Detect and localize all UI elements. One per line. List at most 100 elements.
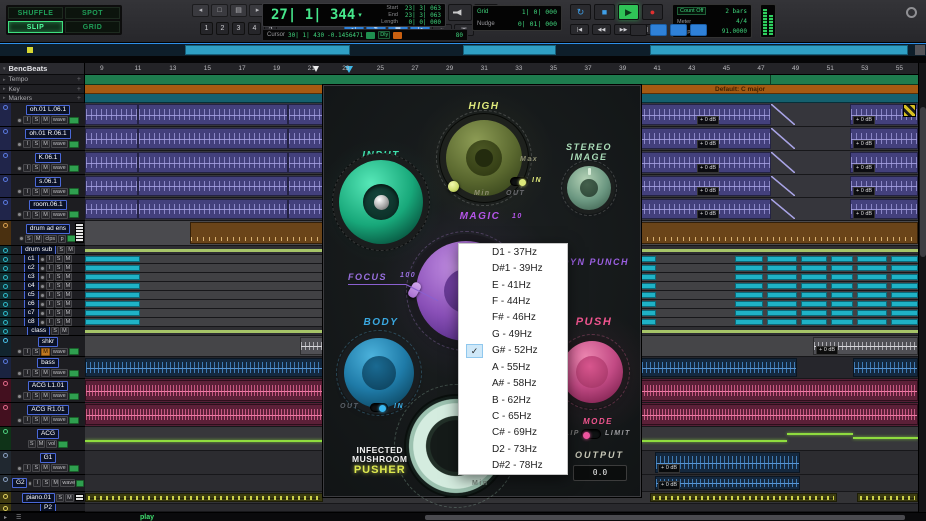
track-header-shkr[interactable]: shkr I S Mwave (0, 336, 85, 357)
dropdown-item[interactable]: B - 62Hz (459, 392, 567, 408)
loop-playback-button[interactable]: ↻ (570, 4, 591, 20)
track-name[interactable]: c7 (23, 309, 39, 317)
dropdown-item[interactable]: F - 44Hz (459, 293, 567, 309)
automation-mode-chip[interactable] (68, 164, 79, 172)
record-enable-icon[interactable] (3, 359, 8, 364)
audio-clip[interactable] (831, 310, 853, 316)
expand-icon[interactable]: ▸ (4, 514, 7, 521)
expand-arrow-icon[interactable]: ▸ (3, 86, 6, 92)
track-button-i[interactable]: I (45, 255, 54, 263)
audio-clip[interactable] (767, 265, 797, 271)
track-button-i[interactable]: I (23, 347, 32, 356)
audio-clip[interactable] (891, 283, 918, 289)
record-dot-icon[interactable] (39, 265, 45, 271)
track-name[interactable]: c6 (23, 300, 39, 308)
high-knob-pointer[interactable] (448, 181, 459, 192)
track-button-vol[interactable]: vol (46, 440, 58, 448)
track-button-wave[interactable]: wave (50, 164, 68, 172)
audio-clip[interactable] (831, 256, 853, 262)
add-key-icon[interactable]: + (77, 86, 81, 93)
track-button-s[interactable]: S (32, 210, 41, 219)
track-button-s[interactable]: S (54, 264, 63, 272)
end-value[interactable]: 23| 3| 063 (401, 12, 441, 19)
track-button-s[interactable]: S (54, 291, 63, 299)
start-value[interactable]: 23| 3| 063 (401, 5, 441, 12)
track-button-m[interactable]: M (41, 392, 50, 400)
audio-clip[interactable] (85, 104, 138, 125)
record-enable-icon[interactable] (3, 477, 8, 482)
audio-clip[interactable] (857, 310, 887, 316)
track-header-acg-l1-01[interactable]: ACG L1.01 I S Mwave (0, 379, 85, 403)
track-name[interactable]: drum ad ens (25, 223, 71, 234)
record-dot-icon[interactable] (39, 274, 45, 280)
track-button-i[interactable]: I (45, 282, 54, 290)
track-button-m[interactable]: M (41, 164, 50, 172)
audio-clip[interactable] (85, 265, 140, 271)
audio-clip[interactable] (767, 292, 797, 298)
track-header-c6[interactable]: c6 I S M (0, 300, 85, 309)
tempo-ruler[interactable] (85, 75, 918, 85)
track-button-wave[interactable]: wave (50, 369, 68, 377)
track-button-i[interactable]: I (23, 210, 32, 219)
collapse-icon[interactable]: ▾ (3, 66, 6, 72)
audio-clip[interactable] (767, 319, 797, 325)
vertical-scrollbar-thumb[interactable] (920, 107, 926, 257)
record-enable-icon[interactable] (3, 248, 8, 253)
audio-clip[interactable] (857, 256, 887, 262)
track-button-wave[interactable]: wave (50, 416, 68, 424)
audio-clip[interactable] (85, 493, 323, 502)
record-enable-icon[interactable] (3, 284, 8, 289)
audio-clip[interactable] (857, 265, 887, 271)
track-header-c1[interactable]: c1 I S M (0, 255, 85, 264)
track-button-i[interactable]: I (23, 416, 32, 424)
length-value[interactable]: 0| 0| 000 (401, 19, 441, 26)
audio-clip[interactable] (138, 104, 288, 125)
audio-clip[interactable] (891, 256, 918, 262)
bars-ruler[interactable]: 9 11 13 15 17 19 21 23 25 27 29 31 33 35 37 39 41 43 45 47 4… (85, 63, 918, 75)
counter-dropdown-caret[interactable]: ▾ (358, 11, 362, 19)
audio-clip[interactable] (767, 256, 797, 262)
track-button-m[interactable]: M (41, 464, 50, 472)
audio-clip[interactable] (891, 319, 918, 325)
record-status-chip[interactable] (393, 31, 403, 39)
track-button-i[interactable]: I (23, 392, 32, 400)
record-enable-icon[interactable] (3, 338, 8, 343)
audio-clip[interactable] (857, 274, 887, 280)
record-dot-icon[interactable] (17, 117, 23, 123)
zoom-midi-button[interactable]: ▤ (230, 4, 247, 17)
automation-line[interactable] (787, 432, 853, 435)
track-button-i[interactable]: I (45, 300, 54, 308)
zoom-preset-4[interactable]: 4 (248, 22, 261, 35)
audio-clip[interactable] (831, 274, 853, 280)
body-in-out-toggle[interactable] (370, 403, 388, 412)
track-button-s[interactable]: S (51, 327, 60, 335)
stop-button[interactable]: ■ (594, 4, 615, 20)
track-button-p[interactable]: p (58, 234, 67, 243)
track-button-s[interactable]: S (54, 255, 63, 263)
record-dot-icon[interactable] (39, 256, 45, 262)
audio-clip[interactable] (85, 176, 138, 196)
audio-clip[interactable] (771, 176, 795, 196)
zoom-out-button[interactable]: ◂ (192, 4, 209, 17)
record-enable-icon[interactable] (3, 129, 8, 134)
expand-arrow-icon[interactable]: ▸ (3, 77, 6, 83)
track-button-m[interactable]: M (41, 347, 50, 356)
track-button-i[interactable]: I (23, 187, 32, 196)
audio-clip[interactable] (891, 301, 918, 307)
track-button-s[interactable]: S (32, 164, 41, 172)
track-button-m[interactable]: M (65, 493, 74, 502)
automation-mode-chip[interactable] (68, 211, 79, 218)
audio-clip[interactable] (735, 256, 763, 262)
track-name[interactable]: room.06.1 (29, 199, 67, 210)
record-enable-icon[interactable] (3, 105, 8, 110)
record-button[interactable]: ● (642, 4, 663, 20)
record-enable-icon[interactable] (3, 453, 8, 458)
audio-clip[interactable] (85, 310, 140, 316)
record-enable-icon[interactable] (3, 200, 8, 205)
audio-clip[interactable] (735, 301, 763, 307)
record-enable-icon[interactable] (3, 320, 8, 325)
track-button-s[interactable]: S (32, 347, 41, 356)
meter-value[interactable]: 4/4 (736, 18, 747, 25)
record-dot-icon[interactable] (17, 370, 23, 376)
audio-clip[interactable] (771, 128, 795, 149)
